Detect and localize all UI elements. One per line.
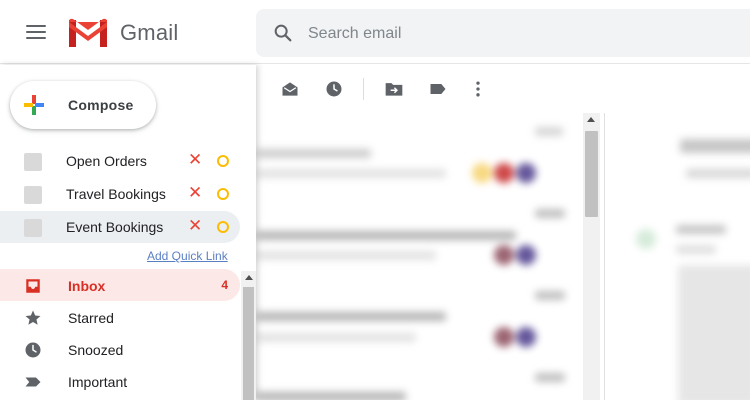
clock-icon xyxy=(25,342,41,358)
scroll-up-arrow-icon[interactable] xyxy=(245,275,253,280)
star-icon xyxy=(25,310,41,325)
sidebar-item-label: Inbox xyxy=(68,278,106,294)
quick-link-travel-bookings[interactable]: Travel Bookings ✕ xyxy=(0,178,240,210)
remove-quick-link-icon[interactable]: ✕ xyxy=(188,183,202,203)
inbox-icon xyxy=(26,279,40,293)
important-icon xyxy=(25,377,41,387)
quick-link-label: Event Bookings xyxy=(66,219,164,235)
compose-label: Compose xyxy=(68,97,134,113)
sidebar-item-starred[interactable]: Starred xyxy=(0,301,240,333)
quick-link-label: Open Orders xyxy=(66,153,147,169)
scroll-up-arrow-icon[interactable] xyxy=(587,117,595,122)
sidebar: Compose Open Orders ✕ Travel Bookings ✕ … xyxy=(0,65,256,400)
sidebar-item-inbox[interactable]: Inbox 4 xyxy=(0,269,240,301)
sidebar-item-label: Starred xyxy=(68,310,114,326)
search-icon[interactable] xyxy=(272,22,294,44)
scrollbar-thumb[interactable] xyxy=(585,131,598,217)
edit-quick-link-icon[interactable] xyxy=(217,188,229,200)
scrollbar-thumb[interactable] xyxy=(243,287,254,400)
remove-quick-link-icon[interactable]: ✕ xyxy=(188,216,202,236)
gmail-logo-icon xyxy=(69,18,107,47)
sidebar-item-important[interactable]: Important xyxy=(0,365,240,397)
search-bar[interactable] xyxy=(256,9,750,57)
search-icon xyxy=(24,186,42,204)
sidebar-item-label: Important xyxy=(68,374,128,390)
edit-quick-link-icon[interactable] xyxy=(217,221,229,233)
sidebar-item-snoozed[interactable]: Snoozed xyxy=(0,333,240,365)
message-list-scrollbar[interactable] xyxy=(583,113,600,400)
add-quick-link[interactable]: Add Quick Link xyxy=(147,249,228,263)
main-menu-button[interactable] xyxy=(20,20,52,44)
compose-button[interactable]: Compose xyxy=(10,81,156,129)
search-icon xyxy=(24,153,42,171)
pane-divider[interactable] xyxy=(604,113,605,400)
plus-icon xyxy=(24,95,44,115)
sidebar-scrollbar[interactable] xyxy=(241,271,256,400)
remove-quick-link-icon[interactable]: ✕ xyxy=(188,150,202,170)
sidebar-item-label: Snoozed xyxy=(68,342,124,358)
quick-link-label: Travel Bookings xyxy=(66,186,166,202)
unread-count-badge: 4 xyxy=(221,278,228,292)
quick-link-event-bookings[interactable]: Event Bookings ✕ xyxy=(0,211,240,243)
app-name: Gmail xyxy=(120,20,179,45)
search-icon xyxy=(24,219,42,237)
search-input[interactable] xyxy=(308,23,728,45)
quick-link-open-orders[interactable]: Open Orders ✕ xyxy=(0,145,240,177)
blurred-message-list xyxy=(240,65,750,400)
edit-quick-link-icon[interactable] xyxy=(217,155,229,167)
top-bar: Gmail xyxy=(0,0,750,64)
